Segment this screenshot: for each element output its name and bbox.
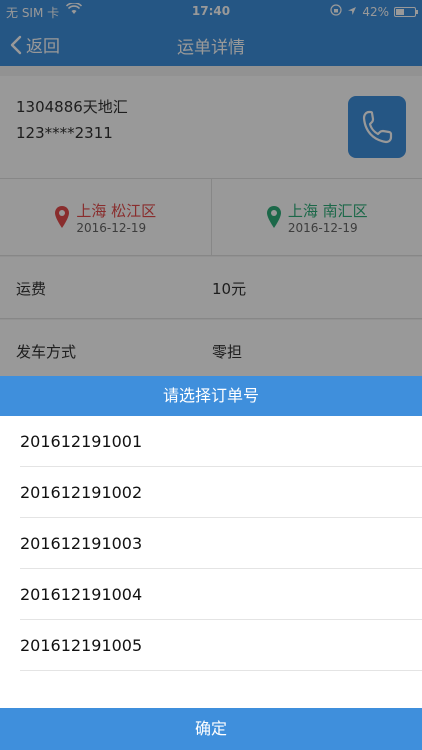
order-picker: 请选择订单号 201612191001 201612191002 2016121… bbox=[0, 376, 422, 750]
order-option[interactable]: 201612191005 bbox=[20, 620, 422, 671]
picker-title: 请选择订单号 bbox=[0, 376, 422, 416]
order-option[interactable]: 201612191004 bbox=[20, 569, 422, 620]
confirm-button[interactable]: 确定 bbox=[0, 708, 422, 750]
order-option[interactable]: 201612191003 bbox=[20, 518, 422, 569]
order-option[interactable]: 201612191002 bbox=[20, 467, 422, 518]
order-option[interactable]: 201612191001 bbox=[20, 416, 422, 467]
